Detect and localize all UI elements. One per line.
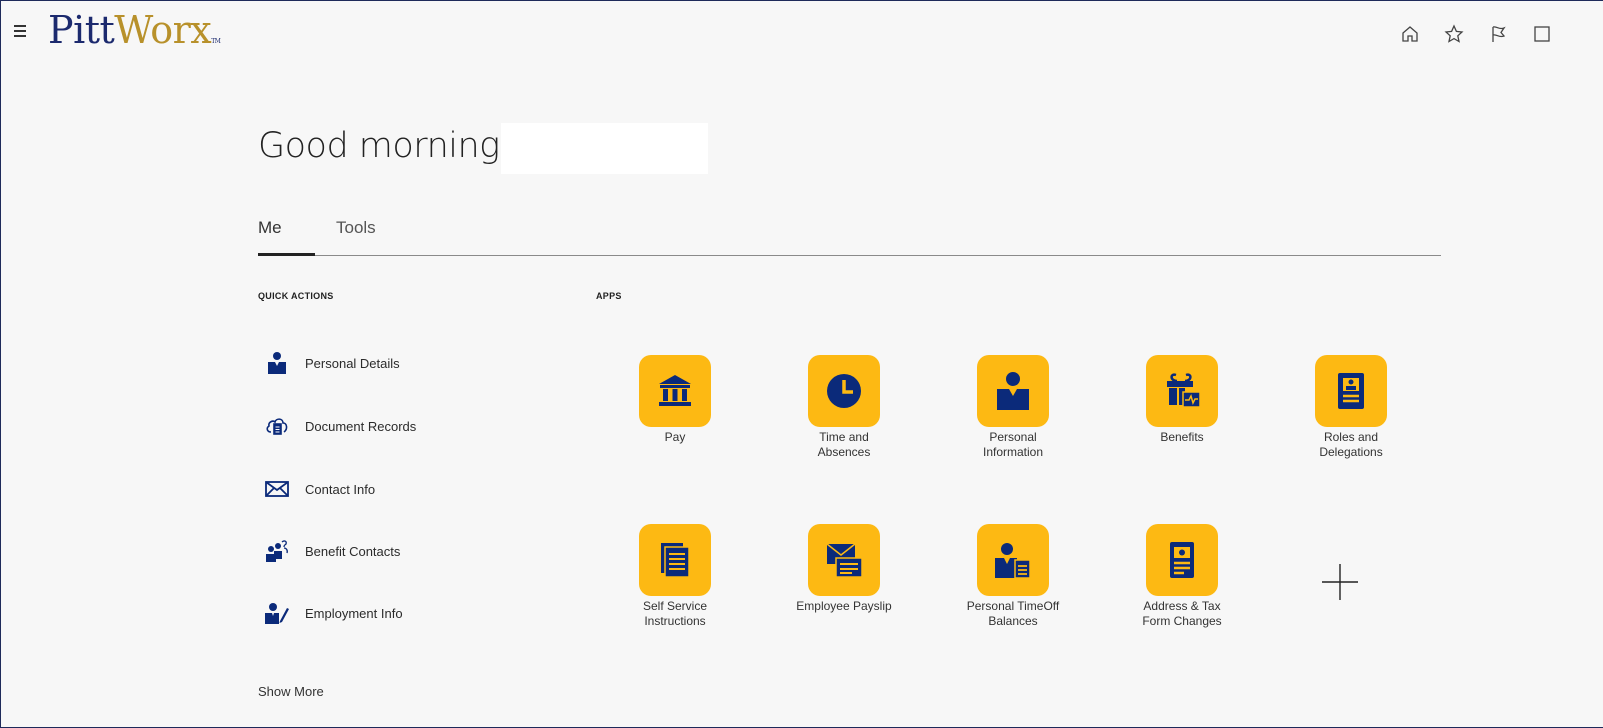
plus-icon (1322, 564, 1358, 600)
flag-icon[interactable] (1486, 22, 1510, 46)
clock-icon (827, 374, 861, 408)
form-icon (1170, 542, 1194, 578)
bank-icon (659, 375, 691, 406)
app-label: Time and Absences (817, 430, 871, 459)
star-icon[interactable] (1442, 22, 1466, 46)
app-tile (808, 355, 880, 427)
documents-icon (661, 543, 690, 578)
quick-action-contact-info[interactable]: Contact Info (265, 474, 375, 504)
app-personal-information[interactable]: Personal Information (938, 355, 1088, 460)
app-tile (1315, 355, 1387, 427)
tab-bar: Me Tools (258, 218, 1441, 256)
quick-action-employment-info[interactable]: Employment Info (265, 598, 403, 628)
app-personal-timeoff-balances[interactable]: Personal TimeOff Balances (938, 524, 1088, 629)
quick-actions-heading: QUICK ACTIONS (258, 291, 334, 301)
app-roles-and-delegations[interactable]: Roles and Delegations (1276, 355, 1426, 460)
app-tile (977, 524, 1049, 596)
person-icon (265, 351, 289, 375)
quick-action-label: Employment Info (305, 605, 403, 621)
app-label: Benefits (1160, 430, 1204, 444)
quick-action-label: Document Records (305, 418, 417, 434)
quick-action-label: Personal Details (305, 355, 400, 371)
quick-action-document-records[interactable]: Document Records (265, 411, 416, 441)
active-tab-indicator (258, 253, 315, 256)
pittworx-logo[interactable]: PittWorxTM (48, 8, 221, 52)
app-label: Employee Payslip (796, 599, 892, 613)
app-label: Self Service Instructions (642, 599, 708, 628)
app-tile (977, 355, 1049, 427)
app-employee-payslip[interactable]: Employee Payslip (769, 524, 919, 614)
user-name-redacted (501, 123, 708, 174)
quick-action-benefit-contacts[interactable]: Benefit Contacts (265, 536, 400, 566)
app-label: Address & Tax Form Changes (1142, 599, 1222, 628)
window-icon[interactable] (1530, 22, 1554, 46)
show-more-link[interactable]: Show More (258, 684, 324, 699)
logo-text-worx: Worx (114, 8, 212, 52)
gift-icon (1167, 373, 1201, 408)
logo-trademark: TM (211, 38, 221, 45)
envelope-icon (265, 477, 289, 501)
badge-icon (1338, 373, 1364, 409)
app-tile (808, 524, 880, 596)
person-document-icon (995, 543, 1031, 579)
app-tile (639, 355, 711, 427)
app-label: Pay (664, 430, 686, 444)
app-tile (639, 524, 711, 596)
person-pen-icon (265, 601, 289, 625)
app-pay[interactable]: Pay (600, 355, 750, 445)
mail-payslip-icon (826, 543, 863, 578)
home-icon[interactable] (1398, 22, 1422, 46)
header-toolbar (1398, 22, 1554, 46)
quick-action-personal-details[interactable]: Personal Details (265, 348, 400, 378)
apps-heading: APPS (596, 291, 622, 301)
app-label: Personal Information (982, 430, 1044, 459)
app-label: Roles and Delegations (1319, 430, 1383, 459)
cloud-document-icon (265, 414, 289, 438)
app-self-service-instructions[interactable]: Self Service Instructions (600, 524, 750, 629)
add-app-button[interactable] (1320, 562, 1360, 602)
menu-icon[interactable] (14, 22, 36, 40)
app-tile (1146, 524, 1218, 596)
app-label: Personal TimeOff Balances (966, 599, 1060, 628)
tab-tools[interactable]: Tools (336, 218, 376, 250)
quick-action-label: Benefit Contacts (305, 543, 401, 559)
app-address-and-tax-form-changes[interactable]: Address & Tax Form Changes (1107, 524, 1257, 629)
greeting-heading: Good morning, (258, 126, 511, 166)
app-time-and-absences[interactable]: Time and Absences (769, 355, 919, 460)
logo-text-pitt: Pitt (48, 8, 115, 52)
people-question-icon (265, 539, 289, 563)
person-icon (997, 372, 1029, 410)
app-benefits[interactable]: Benefits (1107, 355, 1257, 445)
quick-action-label: Contact Info (305, 481, 376, 497)
tab-me[interactable]: Me (258, 218, 282, 250)
app-tile (1146, 355, 1218, 427)
